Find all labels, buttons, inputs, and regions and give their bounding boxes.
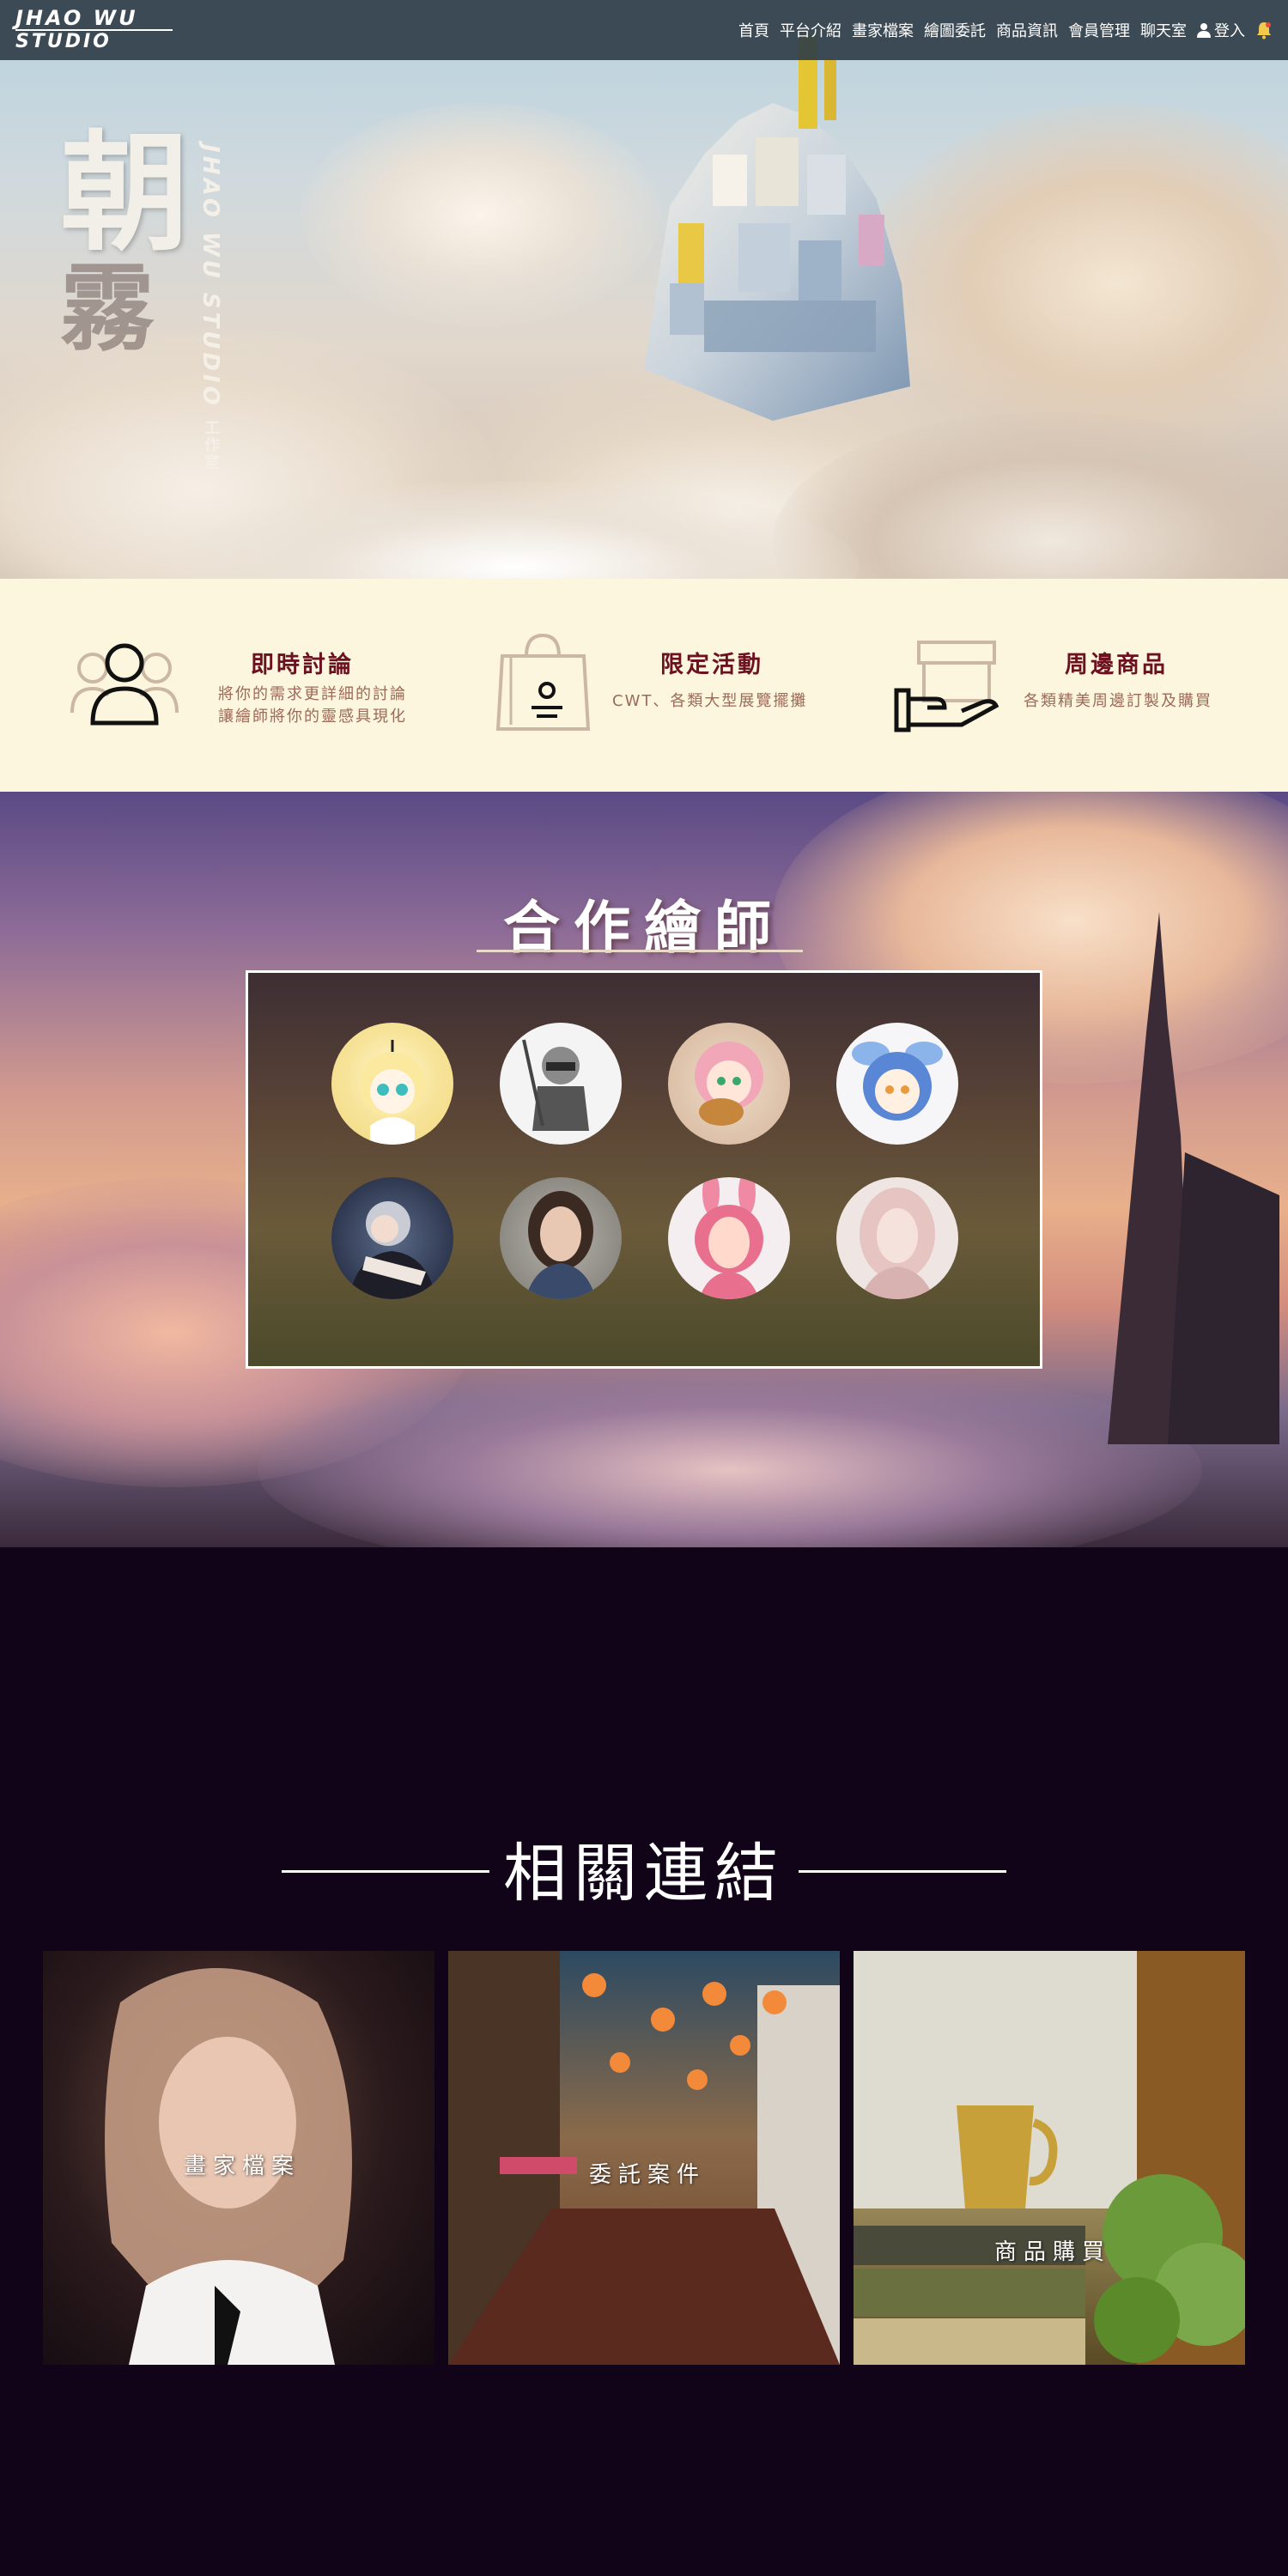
hero-vertical-brand-text: JHAO WU STUDIO [197, 144, 223, 409]
hero-banner: 朝 霧 JHAO WU STUDIO 工作室 [0, 0, 1288, 579]
feature-merchandise: 周邊商品 各類精美周邊訂製及購買 [893, 579, 1254, 792]
artist-avatar-3[interactable] [668, 1023, 790, 1145]
hero-title-char-1: 朝 [60, 118, 190, 269]
blue-hair-girl-portrait [852, 1042, 943, 1121]
silver-hair-couple-portrait [349, 1201, 436, 1299]
logo-line-1: JHAO WU [15, 7, 173, 31]
card-label: 畫家檔案 [184, 2154, 301, 2179]
artist-avatar-8[interactable] [836, 1177, 958, 1299]
artist-avatar-6[interactable] [500, 1177, 622, 1299]
related-links-title: 相關連結 [503, 1837, 785, 1911]
nav-item-home[interactable]: 首頁 [738, 19, 769, 41]
title-right-rule [799, 1870, 1006, 1873]
card-label: 委託案件 [589, 2162, 707, 2188]
feature-desc-line-2: 讓繪師將你的靈感具現化 [218, 708, 407, 726]
dark-hair-woman-portrait [526, 1191, 596, 1299]
nav-item-commission[interactable]: 繪圖委託 [924, 19, 986, 41]
feature-title: 限定活動 [660, 652, 763, 678]
nav-item-platform-intro[interactable]: 平台介紹 [780, 19, 841, 41]
nav-item-products[interactable]: 商品資訊 [996, 19, 1058, 41]
hero-title-char-2: 霧 [60, 253, 155, 364]
login-button[interactable]: 登入 [1197, 19, 1245, 41]
floating-castle-illustration [644, 34, 910, 421]
login-label: 登入 [1214, 22, 1245, 40]
features-section: 即時討論 將你的需求更詳細的討論 讓繪師將你的靈感具現化 限定活動 CWT、各類… [0, 579, 1288, 792]
shopping-bag-icon [495, 633, 591, 731]
chibi-blonde-portrait [360, 1040, 425, 1145]
nav-item-artist-profiles[interactable]: 畫家檔案 [852, 19, 914, 41]
artist-avatar-7[interactable] [668, 1177, 790, 1299]
spire-silhouette [1108, 912, 1279, 1444]
pink-hair-girl-portrait [695, 1042, 763, 1126]
link-card-merchandise[interactable]: 商品購買 [854, 1951, 1245, 2365]
artists-title-underline [477, 950, 803, 952]
user-icon [1197, 23, 1211, 38]
main-menu: 首頁 平台介紹 畫家檔案 繪圖委託 商品資訊 會員管理 聊天室 登入 [738, 19, 1273, 41]
feature-desc-line-1: CWT、各類大型展覽擺攤 [612, 692, 808, 710]
feature-desc-line-1: 將你的需求更詳細的討論 [218, 685, 407, 703]
link-card-commissions[interactable]: 委託案件 [448, 1951, 840, 2365]
mug-books-illustration [854, 1951, 1245, 2365]
feature-realtime-discussion: 即時討論 將你的需求更詳細的討論 讓繪師將你的靈感具現化 [69, 579, 429, 792]
notification-bell-icon[interactable] [1255, 21, 1273, 39]
artist-avatar-5[interactable] [331, 1177, 453, 1299]
top-navbar: JHAO WU STUDIO 首頁 平台介紹 畫家檔案 繪圖委託 商品資訊 會員… [0, 0, 1288, 60]
card-label: 商品購買 [994, 2239, 1112, 2265]
artist-avatar-4[interactable] [836, 1023, 958, 1145]
artist-avatar-grid [246, 970, 1042, 1369]
artist-avatar-1[interactable] [331, 1023, 453, 1145]
nav-item-chat[interactable]: 聊天室 [1140, 19, 1187, 41]
hero-vertical-brand: JHAO WU STUDIO 工作室 [197, 144, 223, 471]
partner-artists-section: 合作繪師 [0, 792, 1288, 1547]
link-card-artist-profiles[interactable]: 畫家檔案 [43, 1951, 434, 2365]
nav-item-member[interactable]: 會員管理 [1068, 19, 1130, 41]
feature-title: 周邊商品 [1065, 652, 1168, 678]
bunny-girl-portrait [695, 1177, 763, 1299]
people-icon [70, 643, 179, 726]
related-links-section: 相關連結 畫家檔案 委託案件 商品購買 [0, 1547, 1288, 2576]
studio-logo[interactable]: JHAO WU STUDIO [15, 7, 173, 53]
hero-logo-title: 朝 霧 [60, 129, 189, 361]
feature-limited-events: 限定活動 CWT、各類大型展覽擺攤 [494, 579, 854, 792]
logo-line-2: STUDIO [15, 31, 112, 52]
feature-desc-line-1: 各類精美周邊訂製及購買 [1024, 692, 1212, 710]
pale-girl-portrait [860, 1188, 935, 1299]
box-hand-icon [894, 641, 999, 732]
knight-portrait [522, 1039, 589, 1131]
hero-vertical-sub: 工作室 [202, 419, 220, 471]
feature-title: 即時討論 [251, 652, 354, 678]
artist-avatar-2[interactable] [500, 1023, 622, 1145]
